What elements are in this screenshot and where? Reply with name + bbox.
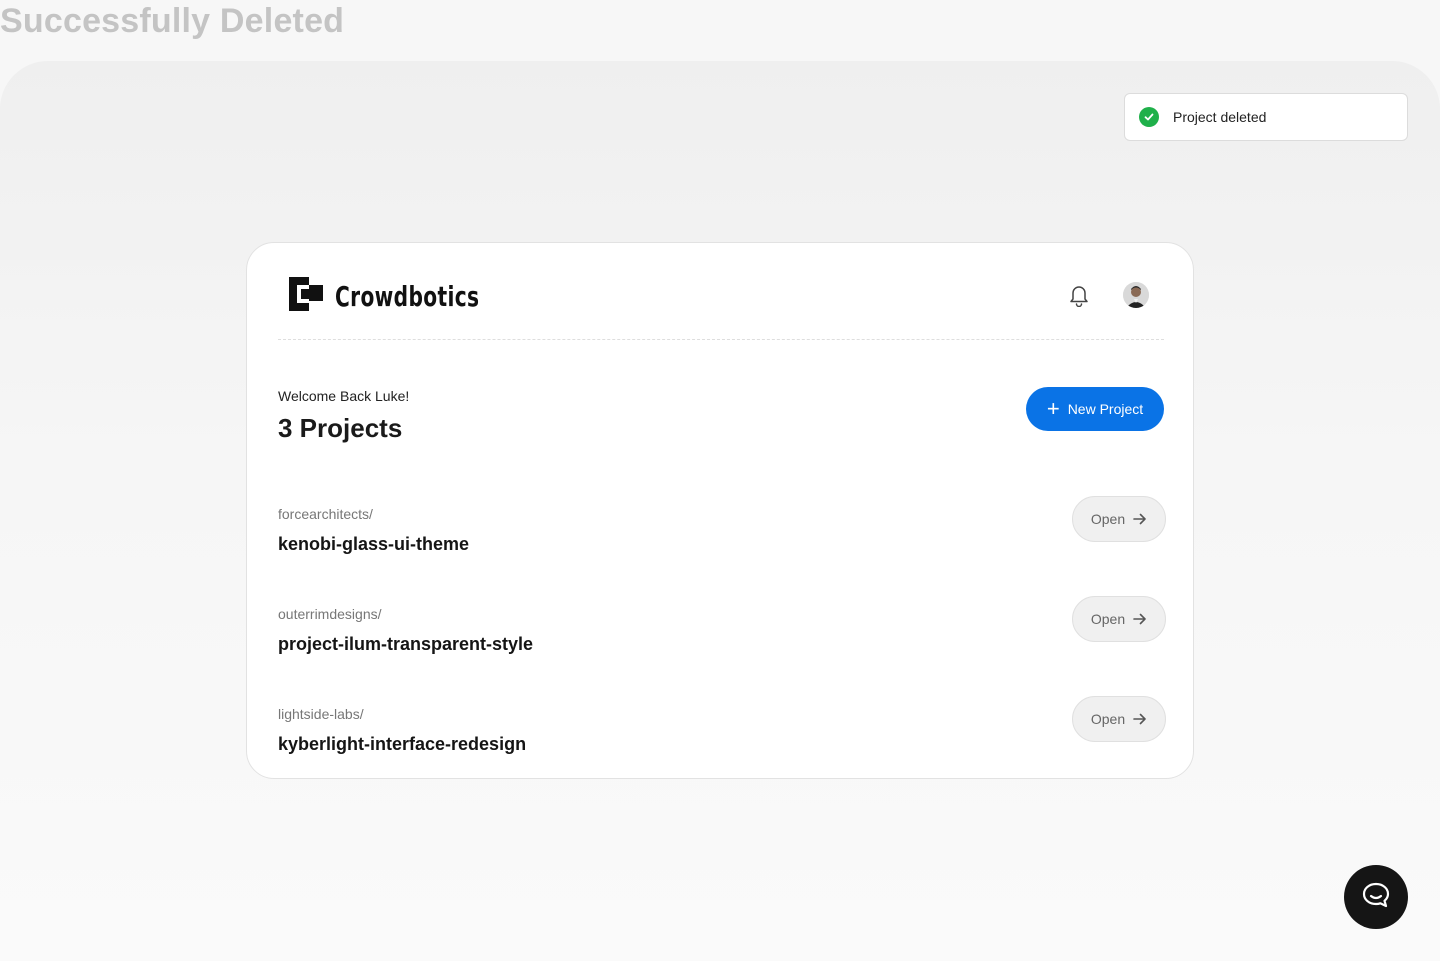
project-name: kenobi-glass-ui-theme [278, 534, 470, 554]
projects-card: Crowdbotics Welcome Back Luke! 3 Project… [246, 242, 1194, 779]
chat-support-button[interactable] [1344, 865, 1408, 929]
notifications-bell-icon[interactable] [1068, 283, 1090, 308]
project-count: 3 Projects [278, 413, 403, 443]
new-project-label: New Project [1067, 401, 1144, 417]
open-label: Open [1090, 611, 1126, 627]
welcome-text: Welcome Back Luke! [278, 388, 410, 404]
chat-bubble-icon [1361, 881, 1391, 914]
project-org: lightside-labs/ [278, 706, 364, 722]
page-heading: Successfully Deleted [0, 2, 345, 40]
toast-notification: Project deleted [1124, 93, 1408, 141]
arrow-right-icon [1133, 713, 1147, 725]
project-name: project-ilum-transparent-style [278, 634, 534, 654]
open-project-button[interactable]: Open [1072, 596, 1166, 642]
plus-icon: + [1046, 396, 1060, 421]
check-circle-icon [1139, 107, 1159, 127]
arrow-right-icon [1133, 513, 1147, 525]
list-item: lightside-labs/ kyberlight-interface-red… [278, 696, 1166, 766]
new-project-button[interactable]: + New Project [1026, 387, 1164, 431]
list-item: outerrimdesigns/ project-ilum-transparen… [278, 596, 1166, 666]
user-avatar[interactable] [1123, 282, 1149, 308]
project-org: forcearchitects/ [278, 506, 373, 522]
open-project-button[interactable]: Open [1072, 496, 1166, 542]
arrow-right-icon [1133, 613, 1147, 625]
open-label: Open [1090, 511, 1126, 527]
open-project-button[interactable]: Open [1072, 696, 1166, 742]
project-org: outerrimdesigns/ [278, 606, 382, 622]
card-header: Crowdbotics [278, 243, 1164, 340]
brand-logo[interactable]: Crowdbotics [289, 277, 536, 316]
project-name: kyberlight-interface-redesign [278, 734, 527, 754]
crowdbotics-logo-icon [289, 277, 323, 316]
list-item: forcearchitects/ kenobi-glass-ui-theme O… [278, 496, 1166, 566]
toast-message: Project deleted [1173, 109, 1267, 125]
brand-name: Crowdbotics [335, 280, 480, 313]
open-label: Open [1090, 711, 1126, 727]
